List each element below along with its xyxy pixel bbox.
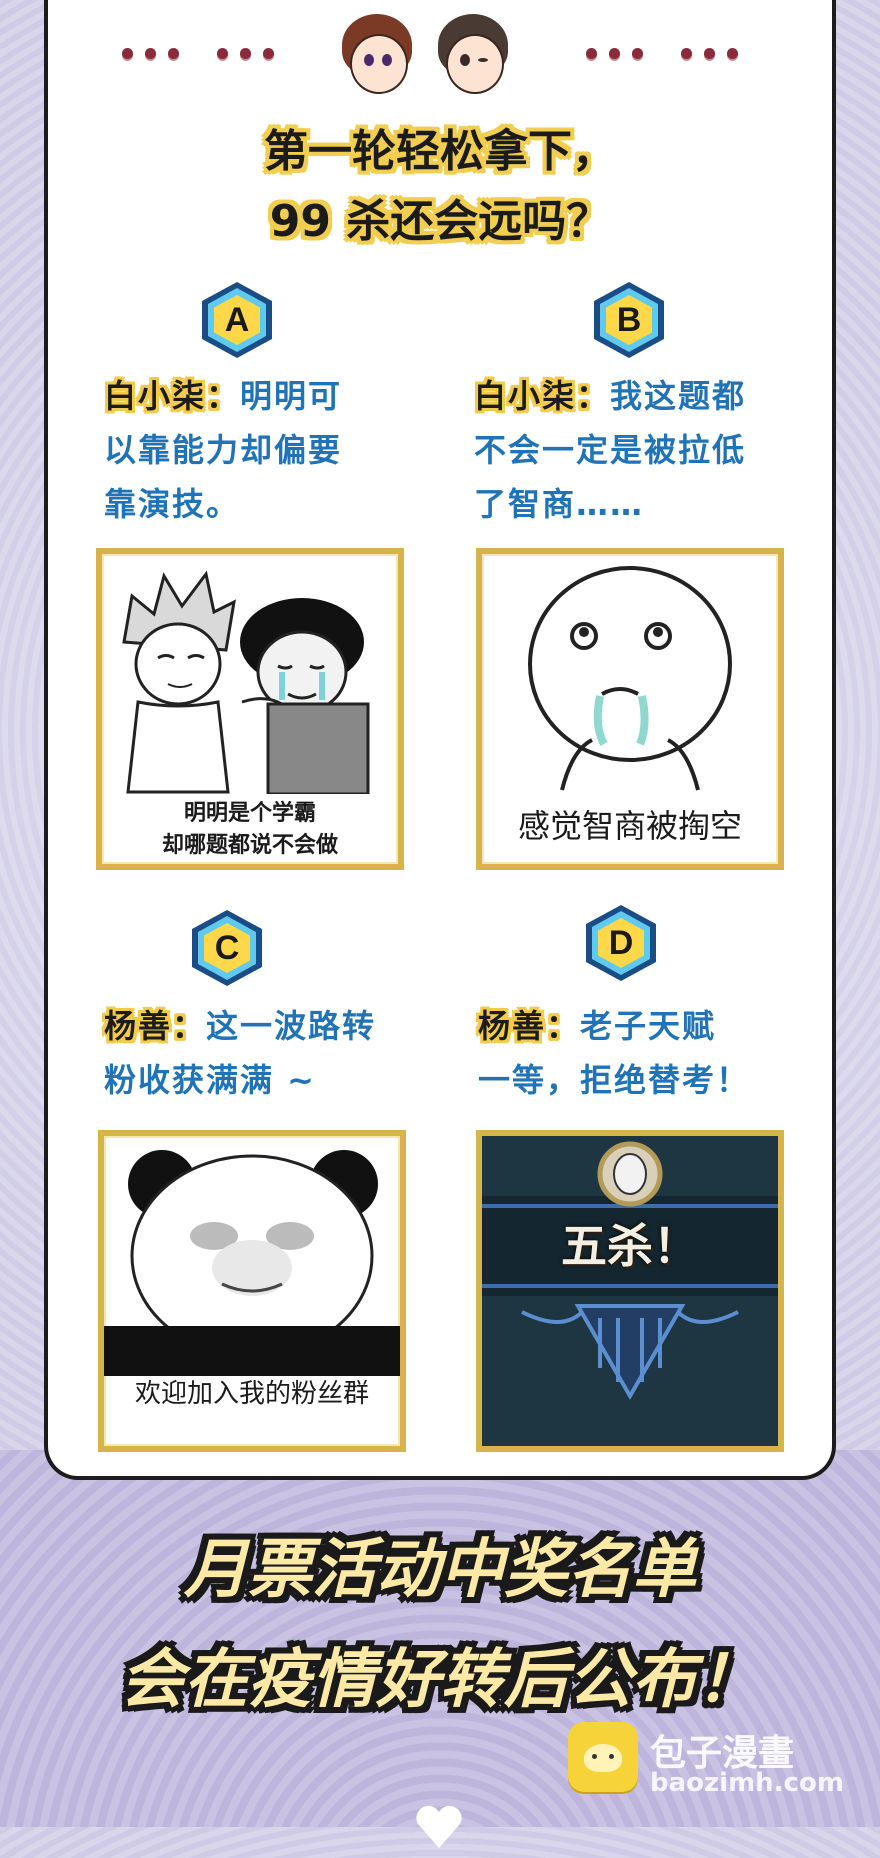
option-a-letter: A — [214, 295, 260, 345]
option-a-line3: 靠演技。 — [104, 485, 241, 523]
pentakill-game-banner-icon — [482, 1136, 778, 1446]
option-b-speaker: 白小柒： — [474, 377, 611, 415]
watermark-logo-icon — [568, 1722, 638, 1792]
studying-meme-illustration-icon — [122, 570, 370, 794]
option-c-meme-caption-1: 欢迎加入我的粉丝群 — [134, 1379, 369, 1409]
option-c-line2: 粉收获满满 ~ — [104, 1061, 316, 1099]
watermark-url: baozimh.com — [650, 1768, 844, 1798]
option-c-letter: C — [204, 923, 250, 973]
announcement-line2: 会在疫情好转后公布！ — [120, 1643, 760, 1717]
mascot-boy-icon — [432, 10, 514, 106]
page-title-line2: 99 杀还会远吗？ — [269, 196, 611, 247]
option-b-line2: 不会一定是被拉低 — [474, 431, 747, 469]
option-c-text: 杨善：这一波路转 粉收获满满 ~ — [104, 999, 444, 1107]
heart-icon — [412, 1800, 466, 1854]
decorative-dots-right — [586, 48, 738, 59]
option-a-meme-caption-2: 却哪题都说不会做 — [161, 833, 338, 858]
option-b-letter: B — [606, 295, 652, 345]
option-b-meme-image: 感觉智商被掏空 — [476, 548, 784, 870]
option-a-text: 白小柒：明明可 以靠能力却偏要 靠演技。 — [104, 369, 434, 531]
option-c-meme-image: 欢迎加入我的粉丝群 — [98, 1130, 406, 1452]
option-b-meme-caption-1: 感觉智商被掏空 — [517, 807, 742, 845]
option-d-meme-caption-1: 五杀！ — [561, 1219, 699, 1273]
decorative-dots-left — [122, 48, 274, 59]
option-b-line3: 了智商…… — [474, 485, 645, 523]
option-a-line2: 以靠能力却偏要 — [104, 431, 343, 469]
option-d-line1: 老子天赋 — [580, 1007, 717, 1045]
option-d-meme-image: 五杀！ — [476, 1130, 784, 1452]
option-d-text: 杨善：老子天赋 一等，拒绝替考！ — [478, 999, 818, 1107]
announcement-line1: 月票活动中奖名单 — [184, 1533, 696, 1607]
option-b-line1: 我这题都 — [610, 377, 747, 415]
option-a-meme-image: 明明是个学霸 却哪题都说不会做 — [96, 548, 404, 870]
option-d-speaker: 杨善： — [478, 1007, 581, 1045]
mascot-girl-icon — [336, 10, 418, 106]
panda-face-illustration-icon — [104, 1150, 400, 1376]
page-title-line1: 第一轮轻松拿下， — [264, 126, 616, 177]
drained-face-illustration-icon — [528, 566, 732, 791]
option-a-speaker: 白小柒： — [104, 377, 241, 415]
option-d-letter: D — [598, 918, 644, 968]
option-b-text: 白小柒：我这题都 不会一定是被拉低 了智商…… — [474, 369, 814, 531]
option-c-speaker: 杨善： — [104, 1007, 207, 1045]
option-c-line1: 这一波路转 — [206, 1007, 377, 1045]
option-a-meme-caption-1: 明明是个学霸 — [183, 801, 316, 826]
option-d-line2: 一等，拒绝替考！ — [478, 1061, 751, 1099]
option-a-line1: 明明可 — [240, 377, 343, 415]
